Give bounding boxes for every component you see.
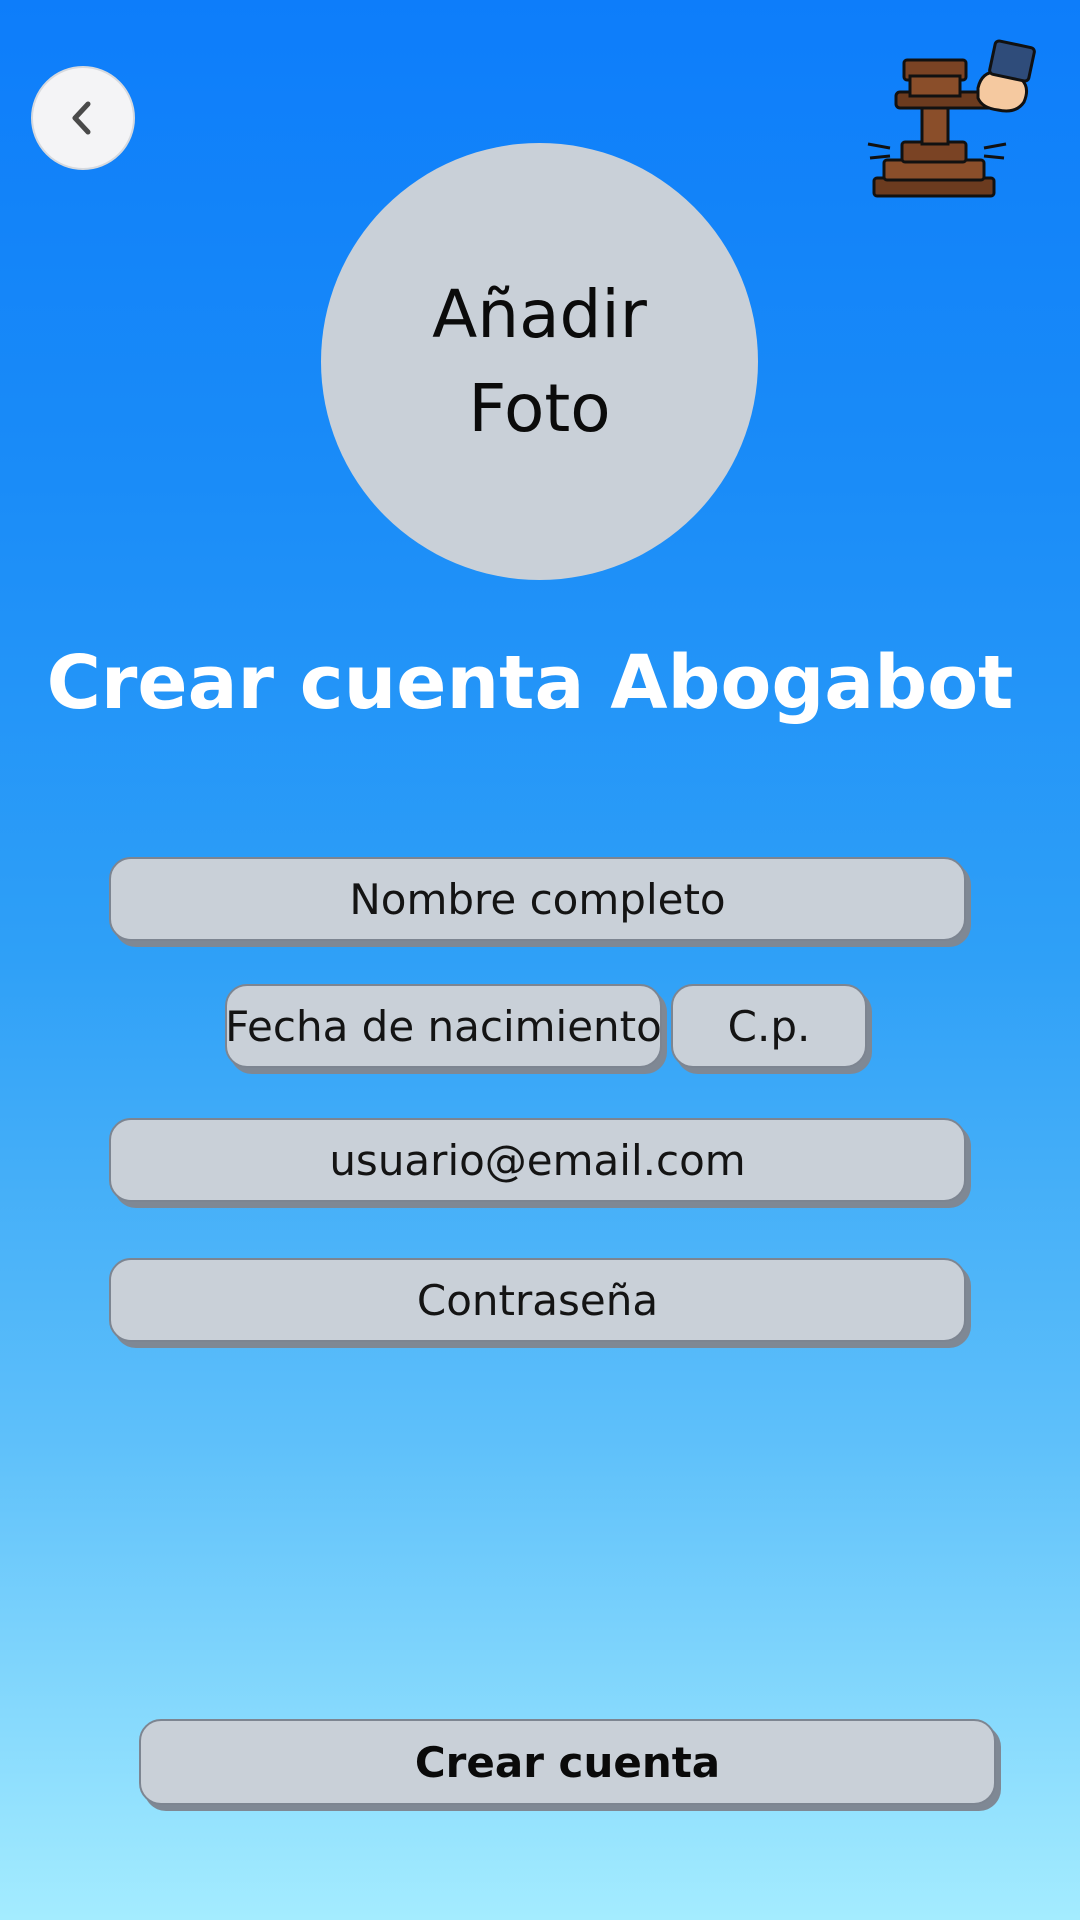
back-button[interactable] xyxy=(31,66,135,170)
email-field[interactable]: usuario@email.com xyxy=(109,1118,966,1202)
gavel-icon xyxy=(867,39,1036,198)
add-photo-label-line1: Añadir xyxy=(432,275,647,353)
full-name-field[interactable]: Nombre completo xyxy=(109,857,966,941)
birth-date-field[interactable]: Fecha de nacimiento xyxy=(225,984,662,1068)
password-field[interactable]: Contraseña xyxy=(109,1258,966,1342)
add-photo-label-line2: Foto xyxy=(468,369,611,447)
postal-code-field[interactable]: C.p. xyxy=(671,984,867,1068)
page-title: Crear cuenta Abogabot xyxy=(46,640,1014,726)
add-photo-button[interactable]: Añadir Foto xyxy=(321,143,758,580)
create-account-button[interactable]: Crear cuenta xyxy=(139,1719,996,1805)
chevron-left-icon xyxy=(72,101,91,135)
